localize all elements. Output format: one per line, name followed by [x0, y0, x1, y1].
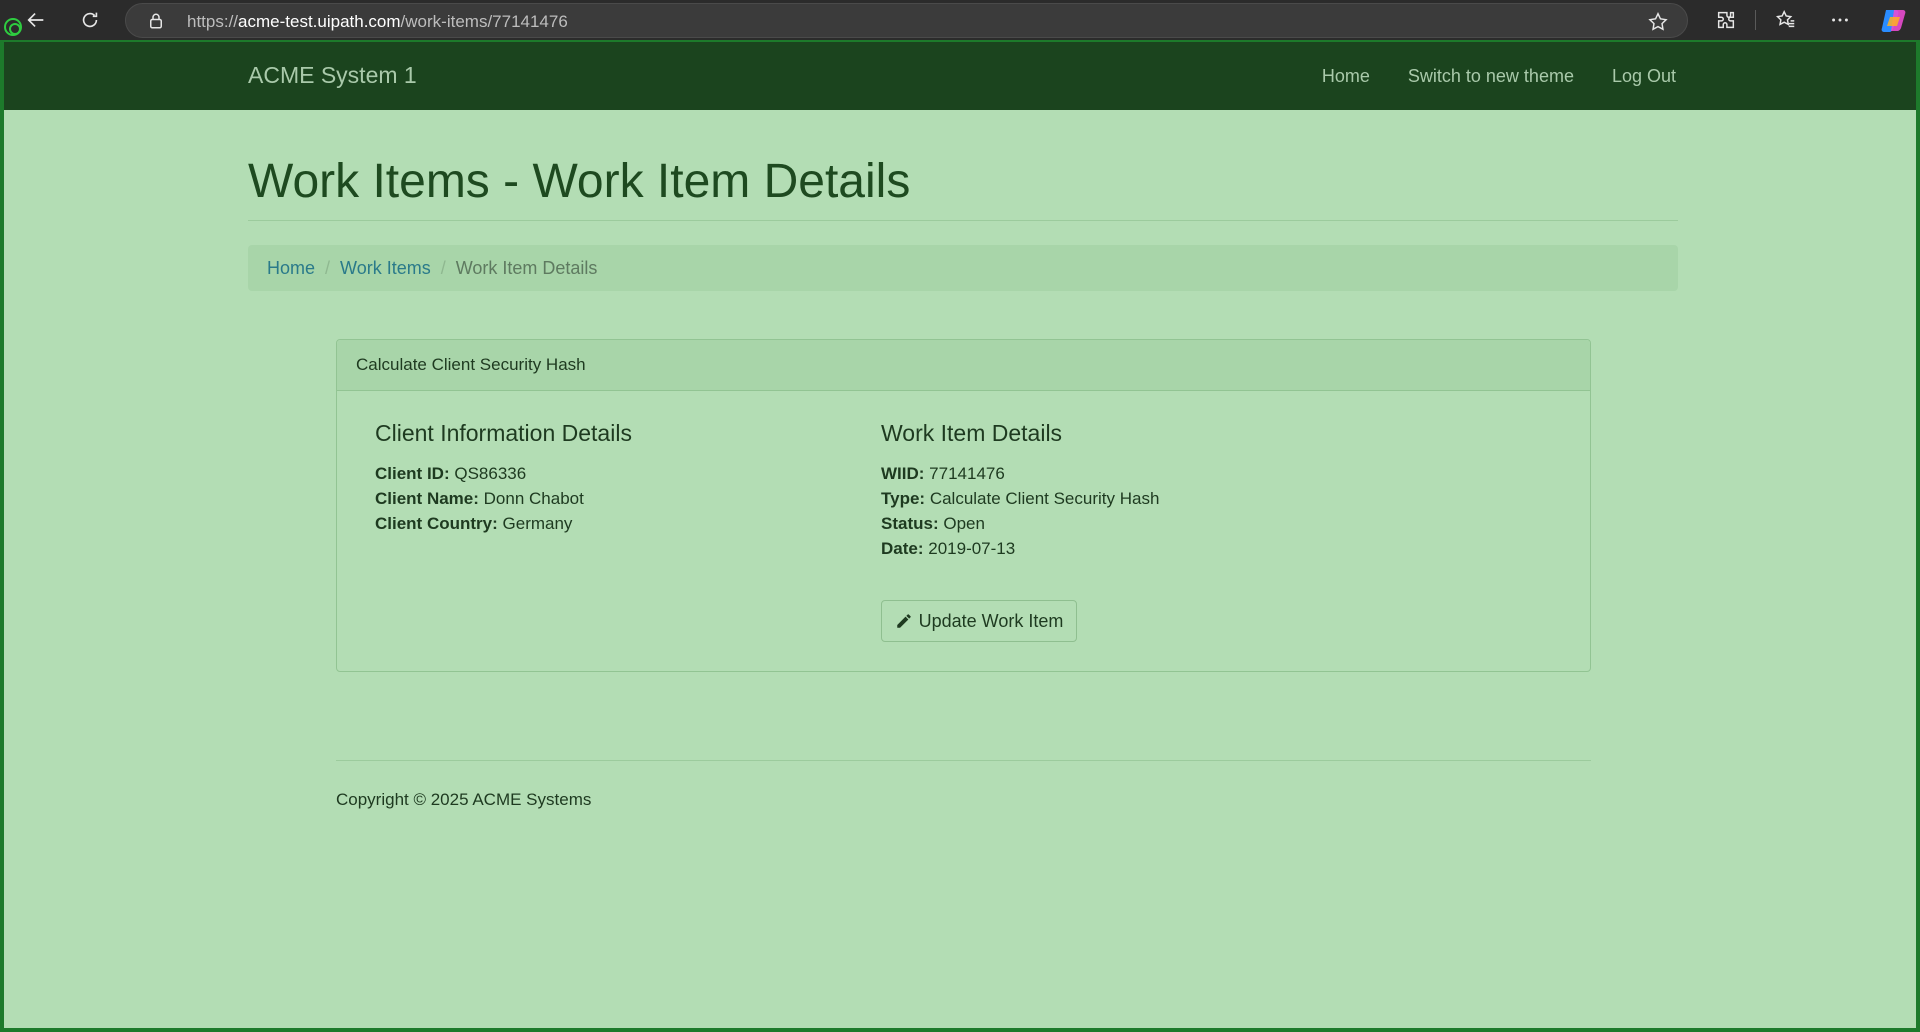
- work-item-section: Work Item Details WIID: 77141476 Type: C…: [881, 420, 1159, 561]
- nav-link-log-out[interactable]: Log Out: [1612, 66, 1676, 87]
- nav-link-switch-theme[interactable]: Switch to new theme: [1408, 66, 1574, 87]
- panel-heading: Calculate Client Security Hash: [337, 340, 1590, 391]
- client-id-label: Client ID:: [375, 464, 450, 483]
- breadcrumb-home[interactable]: Home: [267, 258, 315, 279]
- breadcrumb-work-items[interactable]: Work Items: [340, 258, 431, 279]
- site-navbar: ACME System 1 Home Switch to new theme L…: [4, 42, 1916, 110]
- site-brand[interactable]: ACME System 1: [248, 62, 417, 89]
- page-viewport: ACME System 1 Home Switch to new theme L…: [0, 40, 1920, 1032]
- client-info-title: Client Information Details: [375, 420, 632, 446]
- extensions-icon[interactable]: [1712, 6, 1740, 34]
- pencil-icon: [896, 614, 911, 628]
- client-country-row: Client Country: Germany: [375, 511, 632, 536]
- update-work-item-button[interactable]: Update Work Item: [881, 600, 1077, 642]
- status-row: Status: Open: [881, 511, 1159, 536]
- refresh-icon[interactable]: [76, 6, 104, 34]
- back-arrow-icon[interactable]: [22, 6, 50, 34]
- status-value: Open: [943, 514, 985, 533]
- date-value: 2019-07-13: [928, 539, 1016, 558]
- client-id-row: Client ID: QS86336: [375, 461, 632, 486]
- breadcrumb-separator: /: [440, 257, 446, 278]
- page-title: Work Items - Work Item Details: [248, 155, 911, 208]
- copilot-icon[interactable]: [1880, 7, 1908, 33]
- url-path: /work-items/77141476: [400, 12, 568, 31]
- type-row: Type: Calculate Client Security Hash: [881, 486, 1159, 511]
- recording-indicator-icon: [4, 18, 22, 36]
- wiid-value: 77141476: [929, 464, 1005, 483]
- wiid-label: WIID:: [881, 464, 925, 483]
- date-label: Date:: [881, 539, 924, 558]
- breadcrumb-separator: /: [325, 257, 331, 278]
- status-label: Status:: [881, 514, 939, 533]
- browser-toolbar: https://acme-test.uipath.com/work-items/…: [0, 0, 1920, 40]
- nav-links: Home Switch to new theme Log Out: [1322, 66, 1676, 87]
- client-name-label: Client Name:: [375, 489, 479, 508]
- client-id-value: QS86336: [454, 464, 527, 483]
- footer-divider: [336, 760, 1591, 761]
- date-row: Date: 2019-07-13: [881, 536, 1159, 561]
- favorite-star-icon[interactable]: [1647, 11, 1669, 33]
- client-info-section: Client Information Details Client ID: QS…: [375, 420, 632, 536]
- breadcrumb: Home / Work Items / Work Item Details: [248, 245, 1678, 291]
- client-name-row: Client Name: Donn Chabot: [375, 486, 632, 511]
- client-country-value: Germany: [502, 514, 573, 533]
- title-divider: [248, 220, 1678, 221]
- favorites-icon[interactable]: [1772, 6, 1800, 34]
- client-name-value: Donn Chabot: [483, 489, 584, 508]
- wiid-row: WIID: 77141476: [881, 461, 1159, 486]
- address-bar[interactable]: https://acme-test.uipath.com/work-items/…: [125, 3, 1688, 38]
- lock-icon[interactable]: [147, 12, 165, 30]
- nav-link-home[interactable]: Home: [1322, 66, 1370, 87]
- toolbar-separator: [1755, 10, 1756, 30]
- footer-copyright: Copyright © 2025 ACME Systems: [336, 790, 592, 809]
- more-options-icon[interactable]: [1826, 6, 1854, 34]
- work-item-title: Work Item Details: [881, 420, 1063, 446]
- url-scheme: https://: [187, 12, 239, 31]
- client-country-label: Client Country:: [375, 514, 498, 533]
- url-host: acme-test.uipath.com: [238, 12, 401, 31]
- breadcrumb-current: Work Item Details: [455, 257, 598, 278]
- type-label: Type:: [881, 489, 926, 508]
- type-value: Calculate Client Security Hash: [929, 489, 1160, 508]
- work-item-panel: Calculate Client Security Hash Client In…: [336, 339, 1591, 672]
- url-text[interactable]: https://acme-test.uipath.com/work-items/…: [187, 12, 568, 32]
- update-work-item-label: Update Work Item: [918, 610, 1064, 631]
